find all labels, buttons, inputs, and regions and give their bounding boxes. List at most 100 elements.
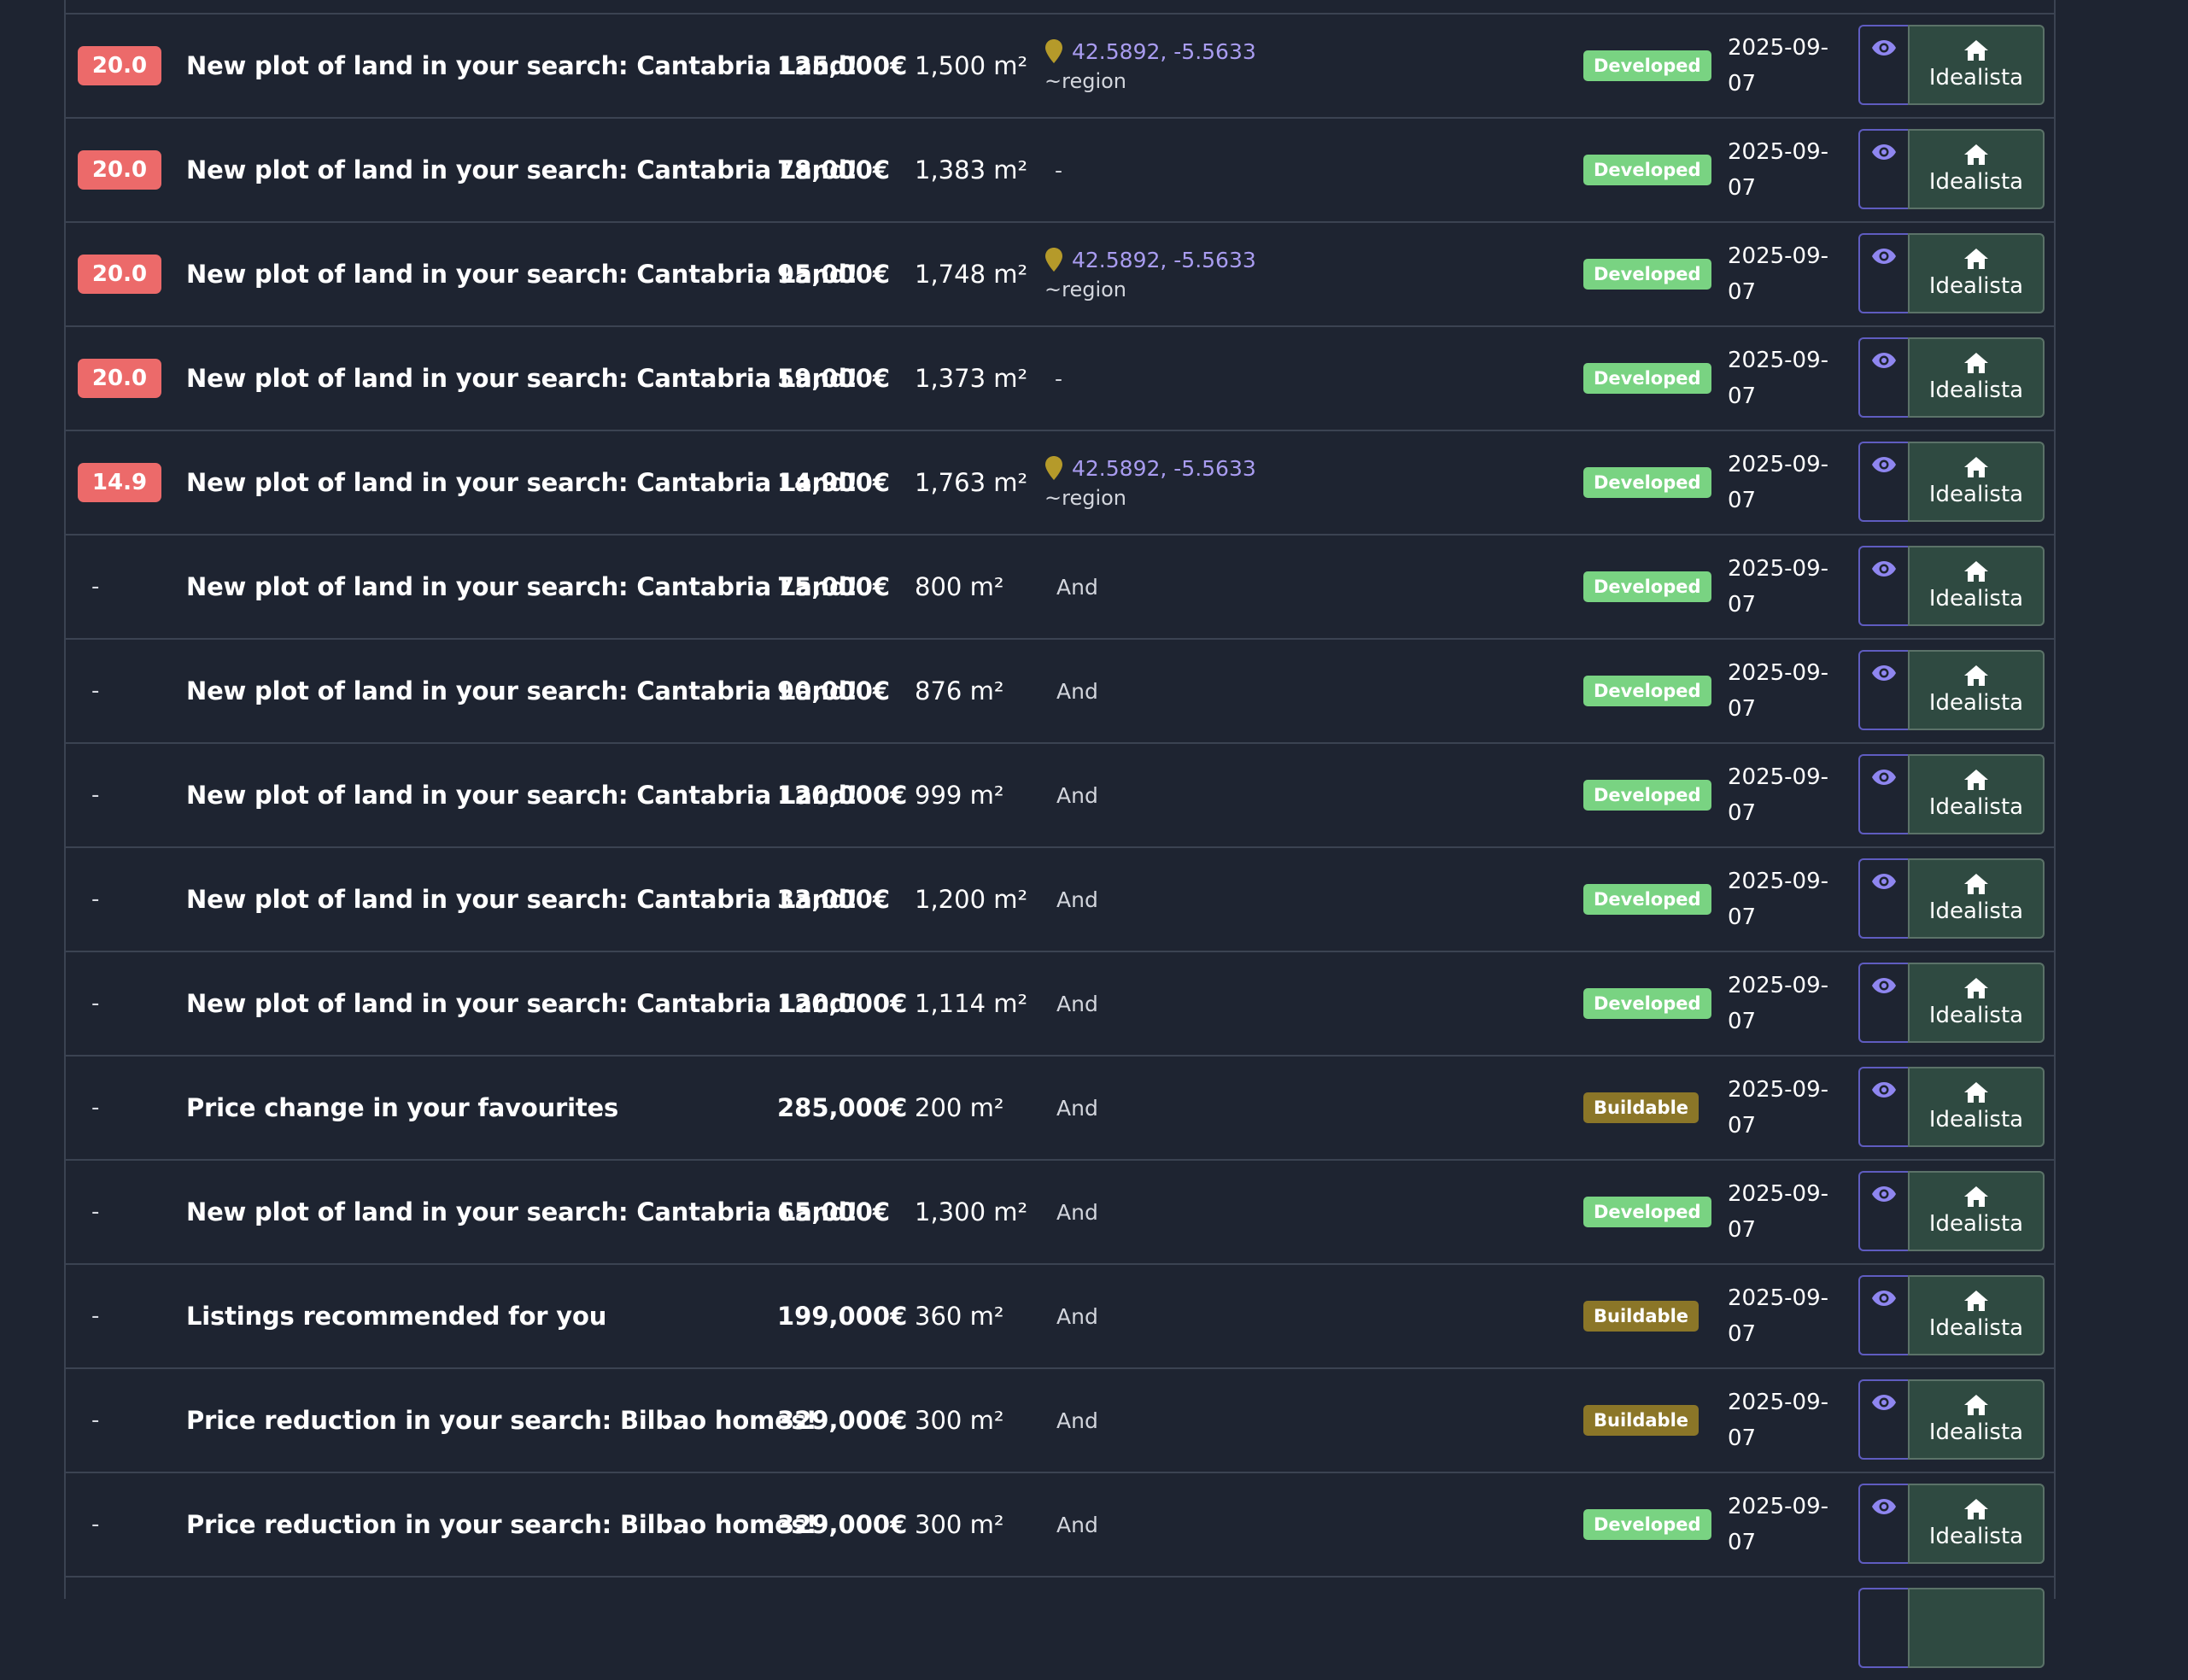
idealista-button[interactable]: Idealista	[1908, 754, 2045, 834]
listing-area: 1,383 m²	[915, 155, 1028, 184]
listing-area: 1,300 m²	[915, 1197, 1028, 1226]
idealista-button[interactable]: Idealista	[1908, 1067, 2045, 1147]
listing-price: 75,000€	[777, 572, 891, 601]
idealista-button[interactable]: Idealista	[1908, 650, 2045, 730]
listing-title[interactable]: Price reduction in your search: Bilbao h…	[186, 1510, 817, 1539]
location-coords-link[interactable]: 42.5892, -5.5633	[1072, 248, 1256, 272]
location-coords-link[interactable]: 42.5892, -5.5633	[1072, 39, 1256, 64]
location-cell: -	[1044, 327, 1062, 430]
title-cell: New plot of land in your search: Cantabr…	[186, 223, 858, 325]
row-actions	[1858, 1588, 2045, 1668]
location-cell: And	[1044, 1473, 1098, 1576]
view-button[interactable]	[1858, 129, 1908, 209]
idealista-button[interactable]: Idealista	[1908, 25, 2045, 105]
listing-title[interactable]: New plot of land in your search: Cantabr…	[186, 989, 858, 1018]
view-button[interactable]	[1858, 963, 1908, 1043]
status-cell: Developed	[1583, 327, 1711, 430]
idealista-button[interactable]	[1908, 1588, 2045, 1668]
title-cell: Price change in your favourites	[186, 1057, 618, 1159]
view-button[interactable]	[1858, 650, 1908, 730]
idealista-button[interactable]: Idealista	[1908, 233, 2045, 313]
area-cell: 1,300 m²	[915, 1161, 1027, 1263]
idealista-button[interactable]: Idealista	[1908, 963, 2045, 1043]
eye-icon	[1872, 770, 1896, 785]
listing-title[interactable]: New plot of land in your search: Cantabr…	[186, 572, 858, 601]
score-cell: 20.0	[78, 119, 161, 221]
listing-date: 2025-09-07	[1728, 660, 1829, 722]
view-button[interactable]	[1858, 1588, 1908, 1668]
listing-price: 199,000€	[777, 1302, 908, 1331]
score-cell: -	[78, 1161, 99, 1263]
listing-title[interactable]: New plot of land in your search: Cantabr…	[186, 51, 858, 80]
price-cell: 59,000€	[777, 327, 890, 430]
eye-icon	[1872, 1082, 1896, 1098]
status-cell: Developed	[1583, 223, 1711, 325]
area-cell: 300 m²	[915, 1369, 1003, 1472]
location-text: And	[1056, 782, 1098, 808]
view-button[interactable]	[1858, 233, 1908, 313]
view-button[interactable]	[1858, 546, 1908, 626]
idealista-label: Idealista	[1928, 1107, 2024, 1133]
view-button[interactable]	[1858, 1275, 1908, 1355]
listing-title[interactable]: New plot of land in your search: Cantabr…	[186, 364, 858, 393]
view-button[interactable]	[1858, 1067, 1908, 1147]
listing-title[interactable]: New plot of land in your search: Cantabr…	[186, 676, 858, 705]
listing-title[interactable]: New plot of land in your search: Cantabr…	[186, 155, 858, 184]
idealista-button[interactable]: Idealista	[1908, 1275, 2045, 1355]
view-button[interactable]	[1858, 25, 1908, 105]
table-row: - Price reduction in your search: Bilbao …	[66, 1472, 2054, 1576]
location-text: -	[1055, 366, 1063, 391]
table-row: - Price reduction in your search: Bilbao …	[66, 1367, 2054, 1472]
listing-title[interactable]: New plot of land in your search: Cantabr…	[186, 260, 858, 289]
idealista-button[interactable]: Idealista	[1908, 1379, 2045, 1460]
title-cell: New plot of land in your search: Cantabr…	[186, 952, 858, 1055]
idealista-label: Idealista	[1928, 586, 2024, 612]
status-cell: Developed	[1583, 431, 1711, 534]
view-button[interactable]	[1858, 1484, 1908, 1564]
view-button[interactable]	[1858, 442, 1908, 522]
view-button[interactable]	[1858, 1379, 1908, 1460]
listing-area: 1,114 m²	[915, 989, 1028, 1018]
status-cell: Developed	[1583, 536, 1711, 638]
score-badge: -	[91, 1303, 100, 1329]
status-badge: Developed	[1583, 884, 1711, 915]
home-icon	[1964, 40, 1988, 61]
location-coords-link[interactable]: 42.5892, -5.5633	[1072, 456, 1256, 481]
score-cell: 20.0	[78, 327, 161, 430]
idealista-button[interactable]: Idealista	[1908, 546, 2045, 626]
listing-price: 120,000€	[777, 781, 908, 810]
location-cell: -	[1044, 119, 1062, 221]
listing-title[interactable]: New plot of land in your search: Cantabr…	[186, 1197, 858, 1226]
idealista-button[interactable]: Idealista	[1908, 1171, 2045, 1251]
price-cell: 90,000€	[777, 640, 890, 742]
table-row	[66, 1576, 2054, 1680]
listing-title[interactable]: New plot of land in your search: Cantabr…	[186, 468, 858, 497]
listing-title[interactable]: Price reduction in your search: Bilbao h…	[186, 1406, 817, 1435]
view-button[interactable]	[1858, 1171, 1908, 1251]
listing-title[interactable]: New plot of land in your search: Cantabr…	[186, 781, 858, 810]
title-cell: New plot of land in your search: Cantabr…	[186, 640, 858, 742]
score-badge: -	[91, 1199, 100, 1225]
date-cell: 2025-09-07	[1728, 640, 1830, 742]
listing-price: 329,000€	[777, 1510, 908, 1539]
idealista-button[interactable]: Idealista	[1908, 1484, 2045, 1564]
view-button[interactable]	[1858, 337, 1908, 418]
view-button[interactable]	[1858, 754, 1908, 834]
idealista-button[interactable]: Idealista	[1908, 337, 2045, 418]
area-cell: 1,114 m²	[915, 952, 1027, 1055]
listing-title[interactable]: New plot of land in your search: Cantabr…	[186, 885, 858, 914]
listing-title[interactable]: Price change in your favourites	[186, 1093, 618, 1122]
price-cell: 329,000€	[777, 1369, 907, 1472]
score-cell: 20.0	[78, 15, 161, 117]
view-button[interactable]	[1858, 858, 1908, 939]
listing-title[interactable]: Listings recommended for you	[186, 1302, 606, 1331]
date-cell: 2025-09-07	[1728, 327, 1830, 430]
idealista-button[interactable]: Idealista	[1908, 858, 2045, 939]
score-cell: -	[78, 1369, 99, 1472]
location-text: And	[1056, 574, 1098, 600]
idealista-button[interactable]: Idealista	[1908, 442, 2045, 522]
score-cell: 14.9	[78, 431, 161, 534]
idealista-button[interactable]: Idealista	[1908, 129, 2045, 209]
eye-icon	[1872, 1395, 1896, 1410]
row-actions: Idealista	[1858, 337, 2045, 418]
